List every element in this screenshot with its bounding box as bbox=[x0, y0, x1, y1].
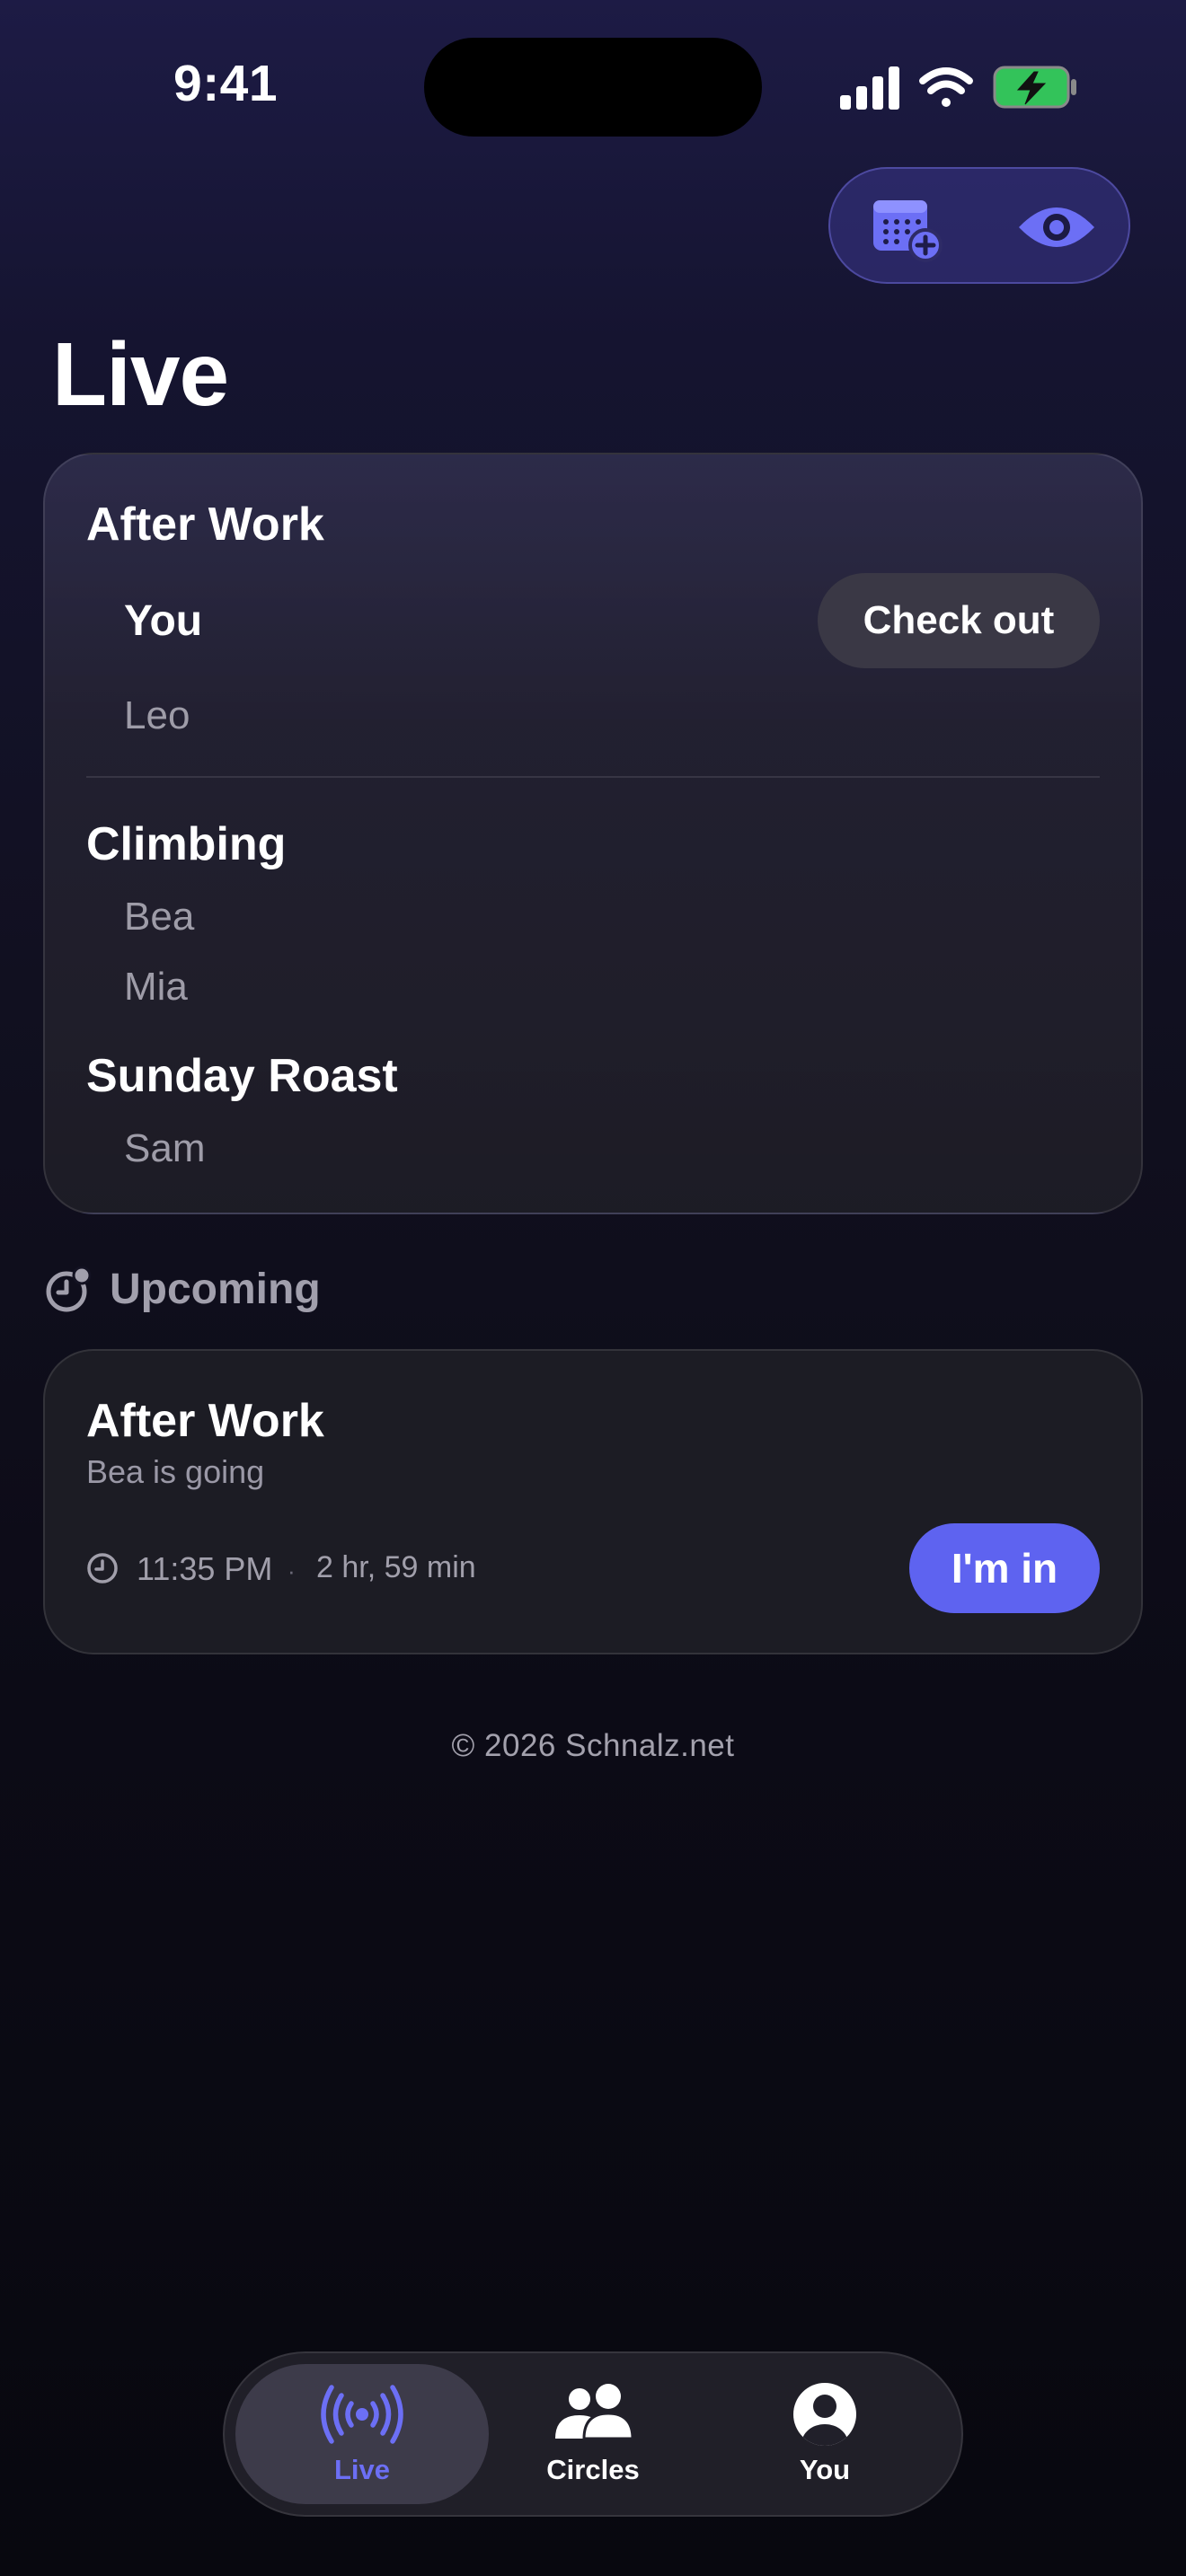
member-name: Mia bbox=[124, 965, 188, 1009]
signal-icon bbox=[840, 66, 899, 110]
tab-label: You bbox=[799, 2454, 851, 2485]
battery-charging-icon bbox=[993, 66, 1076, 109]
group-title: Climbing bbox=[86, 818, 287, 870]
top-actions-pill bbox=[828, 167, 1130, 284]
people-icon bbox=[550, 2380, 636, 2448]
person-circle-icon bbox=[782, 2380, 868, 2448]
group-title: Sunday Roast bbox=[86, 1050, 398, 1102]
divider bbox=[86, 776, 1100, 778]
member-name: Bea bbox=[124, 895, 195, 939]
status-time: 9:41 bbox=[173, 55, 279, 112]
eye-icon bbox=[1019, 207, 1094, 247]
wifi-icon bbox=[919, 67, 973, 107]
meta-separator: · bbox=[288, 1557, 296, 1584]
tab-you[interactable]: You bbox=[708, 2371, 942, 2504]
dynamic-island bbox=[424, 38, 762, 137]
clock-icon bbox=[86, 1552, 119, 1584]
event-title: After Work bbox=[86, 1395, 324, 1447]
broadcast-icon bbox=[319, 2380, 405, 2448]
add-event-button[interactable] bbox=[863, 182, 952, 272]
upcoming-section-label: Upcoming bbox=[110, 1266, 321, 1313]
member-you: You bbox=[124, 597, 203, 645]
clock-badge-icon bbox=[45, 1266, 92, 1313]
tab-label: Circles bbox=[546, 2454, 640, 2485]
event-subtitle: Bea is going bbox=[86, 1453, 265, 1490]
group-title: After Work bbox=[86, 498, 324, 551]
tab-live[interactable]: Live bbox=[245, 2371, 479, 2504]
member-name: Leo bbox=[124, 693, 190, 737]
visibility-button[interactable] bbox=[1012, 182, 1102, 272]
check-out-button[interactable]: Check out bbox=[818, 573, 1100, 668]
page-title: Live bbox=[52, 324, 229, 425]
im-in-button[interactable]: I'm in bbox=[909, 1523, 1100, 1613]
footer-copyright: © 2026 Schnalz.net bbox=[451, 1728, 735, 1763]
tab-circles[interactable]: Circles bbox=[476, 2371, 710, 2504]
tab-label: Live bbox=[333, 2454, 391, 2485]
event-time: 11:35 PM bbox=[137, 1550, 273, 1587]
status-icons bbox=[840, 63, 1083, 113]
event-duration: 2 hr, 59 min bbox=[316, 1550, 476, 1584]
member-name: Sam bbox=[124, 1126, 206, 1170]
calendar-add-icon bbox=[873, 200, 943, 262]
